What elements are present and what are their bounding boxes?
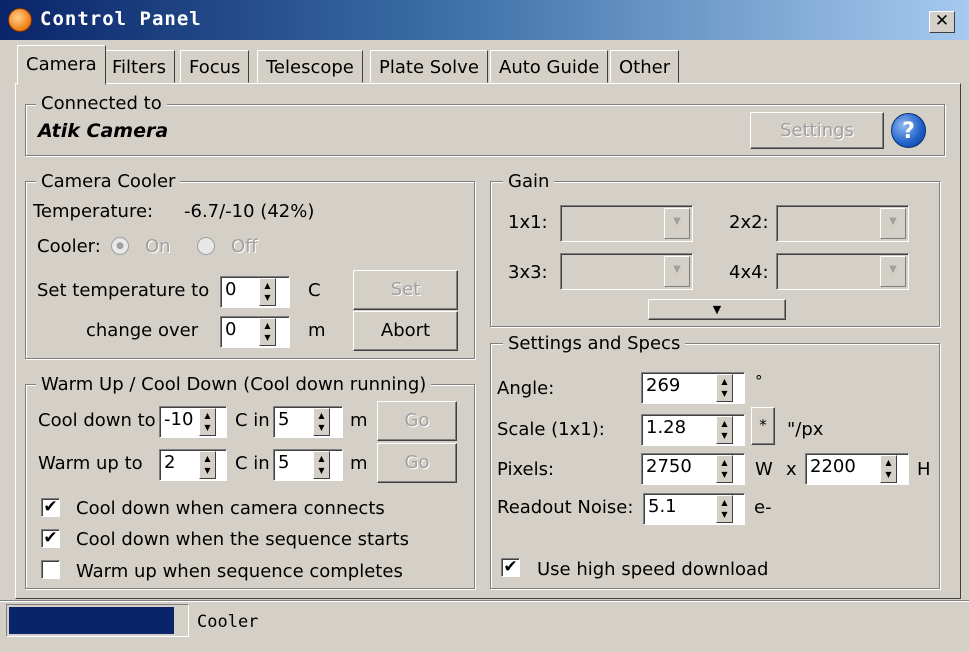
- pixels-w-label: W: [755, 459, 773, 480]
- gain-1x1-label: 1x1:: [508, 212, 548, 233]
- cooler-on-label: On: [145, 236, 171, 257]
- cool-on-connect-label: Cool down when camera connects: [76, 498, 385, 519]
- warm-up-m-label: m: [350, 453, 368, 474]
- gain-3x3-combo[interactable]: ▼: [560, 253, 693, 290]
- set-temp-unit: C: [308, 280, 321, 301]
- cool-down-label: Cool down to: [38, 410, 156, 431]
- high-speed-checkbox[interactable]: ✔: [501, 558, 520, 577]
- warm-up-min-spinner[interactable]: ▲ ▼: [313, 451, 330, 479]
- readout-noise-spinner[interactable]: ▲ ▼: [716, 495, 733, 523]
- cool-down-min-field[interactable]: 5: [273, 406, 343, 438]
- cooler-progress-fill: [9, 607, 174, 634]
- cool-down-go-button[interactable]: Go: [377, 401, 457, 441]
- scale-spinner[interactable]: ▲ ▼: [716, 416, 733, 444]
- app-icon: [8, 8, 32, 32]
- cool-down-temp-field[interactable]: -10: [159, 406, 227, 438]
- tab-focus[interactable]: Focus: [180, 50, 250, 83]
- window-title: Control Panel: [40, 8, 202, 30]
- cool-down-cin-label: C in: [235, 410, 270, 431]
- cool-on-sequence-checkbox[interactable]: ✔: [41, 529, 60, 548]
- change-over-field[interactable]: 0: [220, 316, 290, 348]
- pixels-h-label: H: [917, 459, 931, 480]
- set-temp-spinner[interactable]: ▲ ▼: [259, 278, 276, 306]
- cooler-on-radio[interactable]: ●: [111, 237, 129, 255]
- tab-camera[interactable]: Camera: [17, 45, 106, 85]
- gain-4x4-combo[interactable]: ▼: [776, 253, 909, 290]
- settings-button[interactable]: Settings: [750, 112, 884, 149]
- camera-name: Atik Camera: [38, 120, 169, 142]
- cool-down-m-label: m: [350, 410, 368, 431]
- gain-2x2-label: 2x2:: [729, 212, 769, 233]
- gain-legend: Gain: [503, 171, 555, 192]
- abort-button[interactable]: Abort: [353, 311, 458, 351]
- angle-unit: °: [755, 372, 763, 390]
- warm-up-cin-label: C in: [235, 453, 270, 474]
- gain-4x4-label: 4x4:: [729, 262, 769, 283]
- warm-up-label: Warm up to: [38, 453, 143, 474]
- readout-noise-unit: e-: [754, 497, 772, 518]
- pixels-label: Pixels:: [497, 459, 555, 480]
- scale-label: Scale (1x1):: [497, 419, 605, 440]
- pixels-x-label: x: [786, 459, 797, 480]
- scale-unit: "/px: [787, 419, 824, 440]
- temperature-label: Temperature:: [33, 201, 154, 222]
- cooler-progress-bar: [6, 604, 189, 637]
- change-over-unit: m: [308, 320, 326, 341]
- camera-cooler-legend: Camera Cooler: [36, 171, 181, 192]
- cool-on-sequence-label: Cool down when the sequence starts: [76, 529, 409, 550]
- tab-telescope[interactable]: Telescope: [257, 50, 363, 83]
- warm-up-temp-spinner[interactable]: ▲ ▼: [199, 451, 216, 479]
- cool-down-min-spinner[interactable]: ▲ ▼: [313, 408, 330, 436]
- cooler-off-radio[interactable]: [197, 237, 215, 255]
- settings-specs-legend: Settings and Specs: [503, 333, 686, 354]
- set-button[interactable]: Set: [353, 270, 458, 310]
- high-speed-label: Use high speed download: [537, 559, 769, 580]
- warm-on-complete-label: Warm up when sequence completes: [76, 561, 403, 582]
- cool-down-temp-spinner[interactable]: ▲ ▼: [199, 408, 216, 436]
- tab-auto-guide[interactable]: Auto Guide: [490, 50, 609, 83]
- status-text: Cooler: [197, 612, 259, 632]
- set-temp-label: Set temperature to: [37, 280, 210, 301]
- warm-on-complete-checkbox[interactable]: [41, 560, 60, 579]
- cooler-off-label: Off: [231, 236, 258, 257]
- tab-plate-solve[interactable]: Plate Solve: [370, 50, 488, 83]
- chevron-down-icon: ▼: [880, 256, 906, 287]
- tab-other[interactable]: Other: [610, 50, 680, 83]
- temperature-value: -6.7/-10 (42%): [184, 201, 315, 222]
- cool-on-connect-checkbox[interactable]: ✔: [41, 498, 60, 517]
- warm-cool-legend: Warm Up / Cool Down (Cool down running): [36, 374, 432, 395]
- cooler-label: Cooler:: [37, 236, 101, 257]
- gain-3x3-label: 3x3:: [508, 262, 548, 283]
- gain-2x2-combo[interactable]: ▼: [776, 205, 909, 242]
- gain-expand-button[interactable]: ▼: [648, 299, 786, 320]
- warm-up-go-button[interactable]: Go: [377, 443, 457, 483]
- pixels-height-spinner[interactable]: ▲ ▼: [880, 455, 897, 483]
- angle-spinner[interactable]: ▲ ▼: [716, 374, 733, 402]
- gain-1x1-combo[interactable]: ▼: [560, 205, 693, 242]
- chevron-down-icon: ▼: [664, 256, 690, 287]
- warm-up-temp-field[interactable]: 2: [159, 449, 227, 481]
- chevron-down-icon: ▼: [664, 208, 690, 239]
- pixels-width-spinner[interactable]: ▲ ▼: [716, 455, 733, 483]
- chevron-down-icon: ▼: [880, 208, 906, 239]
- scale-calc-button[interactable]: *: [751, 407, 775, 445]
- change-over-spinner[interactable]: ▲ ▼: [259, 318, 276, 346]
- tab-filters[interactable]: Filters: [103, 50, 175, 83]
- close-button[interactable]: ✕: [929, 11, 955, 33]
- help-icon[interactable]: ?: [891, 113, 926, 148]
- set-temp-field[interactable]: 0: [220, 276, 290, 308]
- readout-noise-label: Readout Noise:: [497, 497, 634, 518]
- angle-label: Angle:: [497, 378, 555, 399]
- warm-up-min-field[interactable]: 5: [273, 449, 343, 481]
- change-over-label: change over: [86, 320, 199, 341]
- connected-legend: Connected to: [36, 93, 167, 114]
- status-separator: [0, 600, 969, 602]
